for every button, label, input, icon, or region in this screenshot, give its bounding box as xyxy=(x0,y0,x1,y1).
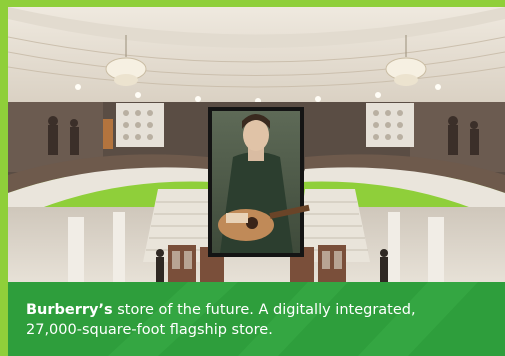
image-frame: Burberry’s store of the future. A digita… xyxy=(0,0,505,356)
caption-line1-text: store of the future. A digitally integra… xyxy=(112,302,416,318)
video-screen xyxy=(208,107,310,257)
store-interior-illustration xyxy=(8,7,505,285)
store-interior-photo xyxy=(8,7,505,285)
caption-line2-text: 27,000-square-foot flagship store. xyxy=(26,322,273,338)
caption-brand: Burberry’s xyxy=(26,302,113,318)
caption-band: Burberry’s store of the future. A digita… xyxy=(8,282,505,356)
image-caption: Burberry’s store of the future. A digita… xyxy=(26,300,486,340)
